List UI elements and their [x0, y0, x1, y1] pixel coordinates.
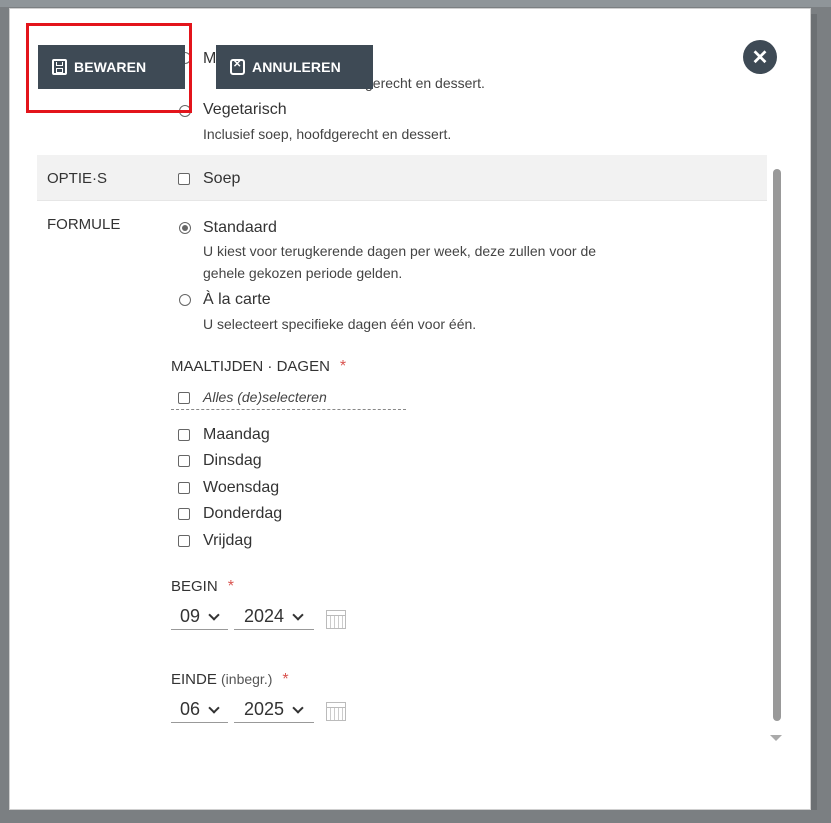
day-label-thursday: Donderdag [203, 505, 283, 522]
required-marker: * [282, 671, 289, 688]
scrollbar-thumb[interactable] [773, 169, 781, 721]
standard-radio[interactable] [179, 222, 191, 234]
day-checkbox-monday[interactable] [178, 429, 190, 441]
day-label-wednesday: Woensdag [203, 479, 280, 496]
required-marker: * [339, 358, 347, 375]
vegetarian-label: Vegetarisch [203, 101, 287, 118]
day-label-friday: Vrijdag [203, 532, 253, 549]
select-all-divider [171, 409, 406, 410]
select-all-checkbox[interactable] [178, 392, 190, 404]
close-icon: ✕ [751, 46, 769, 69]
end-month-value: 06 [180, 699, 201, 719]
day-checkbox-wednesday[interactable] [178, 482, 190, 494]
cancel-button[interactable]: ANNULEREN [216, 45, 373, 89]
options-section-label: OPTIE·S [47, 170, 108, 187]
alacarte-label: À la carte [203, 291, 271, 308]
day-checkbox-thursday[interactable] [178, 508, 190, 520]
scroll-down-arrow-icon[interactable] [770, 735, 782, 741]
vegetarian-description: Inclusief soep, hoofdgerecht en dessert. [203, 126, 452, 142]
meal-option-desc-partial: gerecht en dessert. [365, 75, 485, 91]
soup-checkbox[interactable] [178, 173, 190, 185]
cancel-icon [230, 59, 245, 75]
end-month-select[interactable]: 06 [171, 697, 228, 723]
chevron-down-icon [208, 701, 220, 714]
meal-option-label-partial: M [203, 50, 217, 67]
meal-days-label: MAALTIJDEN · DAGEN * [171, 358, 346, 376]
begin-month-select[interactable]: 09 [171, 604, 228, 630]
alacarte-radio[interactable] [179, 294, 191, 306]
cancel-button-label: ANNULEREN [252, 59, 341, 75]
standard-description-line1: U kiest voor terugkerende dagen per week… [203, 243, 597, 259]
begin-year-value: 2024 [244, 606, 285, 626]
formula-section-label: FORMULE [47, 216, 121, 233]
day-checkbox-friday[interactable] [178, 535, 190, 547]
chevron-down-icon [292, 608, 304, 621]
day-checkbox-tuesday[interactable] [178, 455, 190, 467]
divider [37, 200, 767, 201]
window-right-edge [811, 14, 817, 810]
window-top-border [0, 0, 831, 7]
chevron-down-icon [292, 701, 304, 714]
chevron-down-icon [208, 608, 220, 621]
alacarte-description: U selecteert specifieke dagen één voor é… [203, 316, 477, 332]
end-year-select[interactable]: 2025 [234, 697, 314, 723]
day-label-monday: Maandag [203, 426, 270, 443]
standard-label: Standaard [203, 219, 277, 236]
required-marker: * [227, 578, 234, 595]
meal-subscription-dialog: M gerecht en dessert. Vegetarisch Inclus… [9, 8, 811, 810]
day-label-tuesday: Dinsdag [203, 452, 262, 469]
begin-month-value: 09 [180, 606, 201, 626]
end-label: EINDE (inbegr.) * [171, 671, 289, 689]
begin-label-text: BEGIN [171, 578, 218, 595]
select-all-label: Alles (de)selecteren [203, 389, 327, 405]
save-button-highlight [26, 23, 192, 113]
end-label-note: (inbegr.) [221, 671, 273, 687]
standard-description-line2: gehele gekozen periode gelden. [203, 265, 403, 281]
calendar-icon[interactable] [326, 610, 346, 629]
begin-year-select[interactable]: 2024 [234, 604, 314, 630]
close-button[interactable]: ✕ [743, 40, 777, 74]
calendar-icon[interactable] [326, 702, 346, 721]
end-label-text: EINDE [171, 671, 217, 688]
begin-label: BEGIN * [171, 578, 234, 596]
meal-days-label-text: MAALTIJDEN · DAGEN [171, 358, 330, 375]
end-year-value: 2025 [244, 699, 285, 719]
options-row-background [37, 155, 767, 200]
soup-label: Soep [203, 170, 241, 187]
